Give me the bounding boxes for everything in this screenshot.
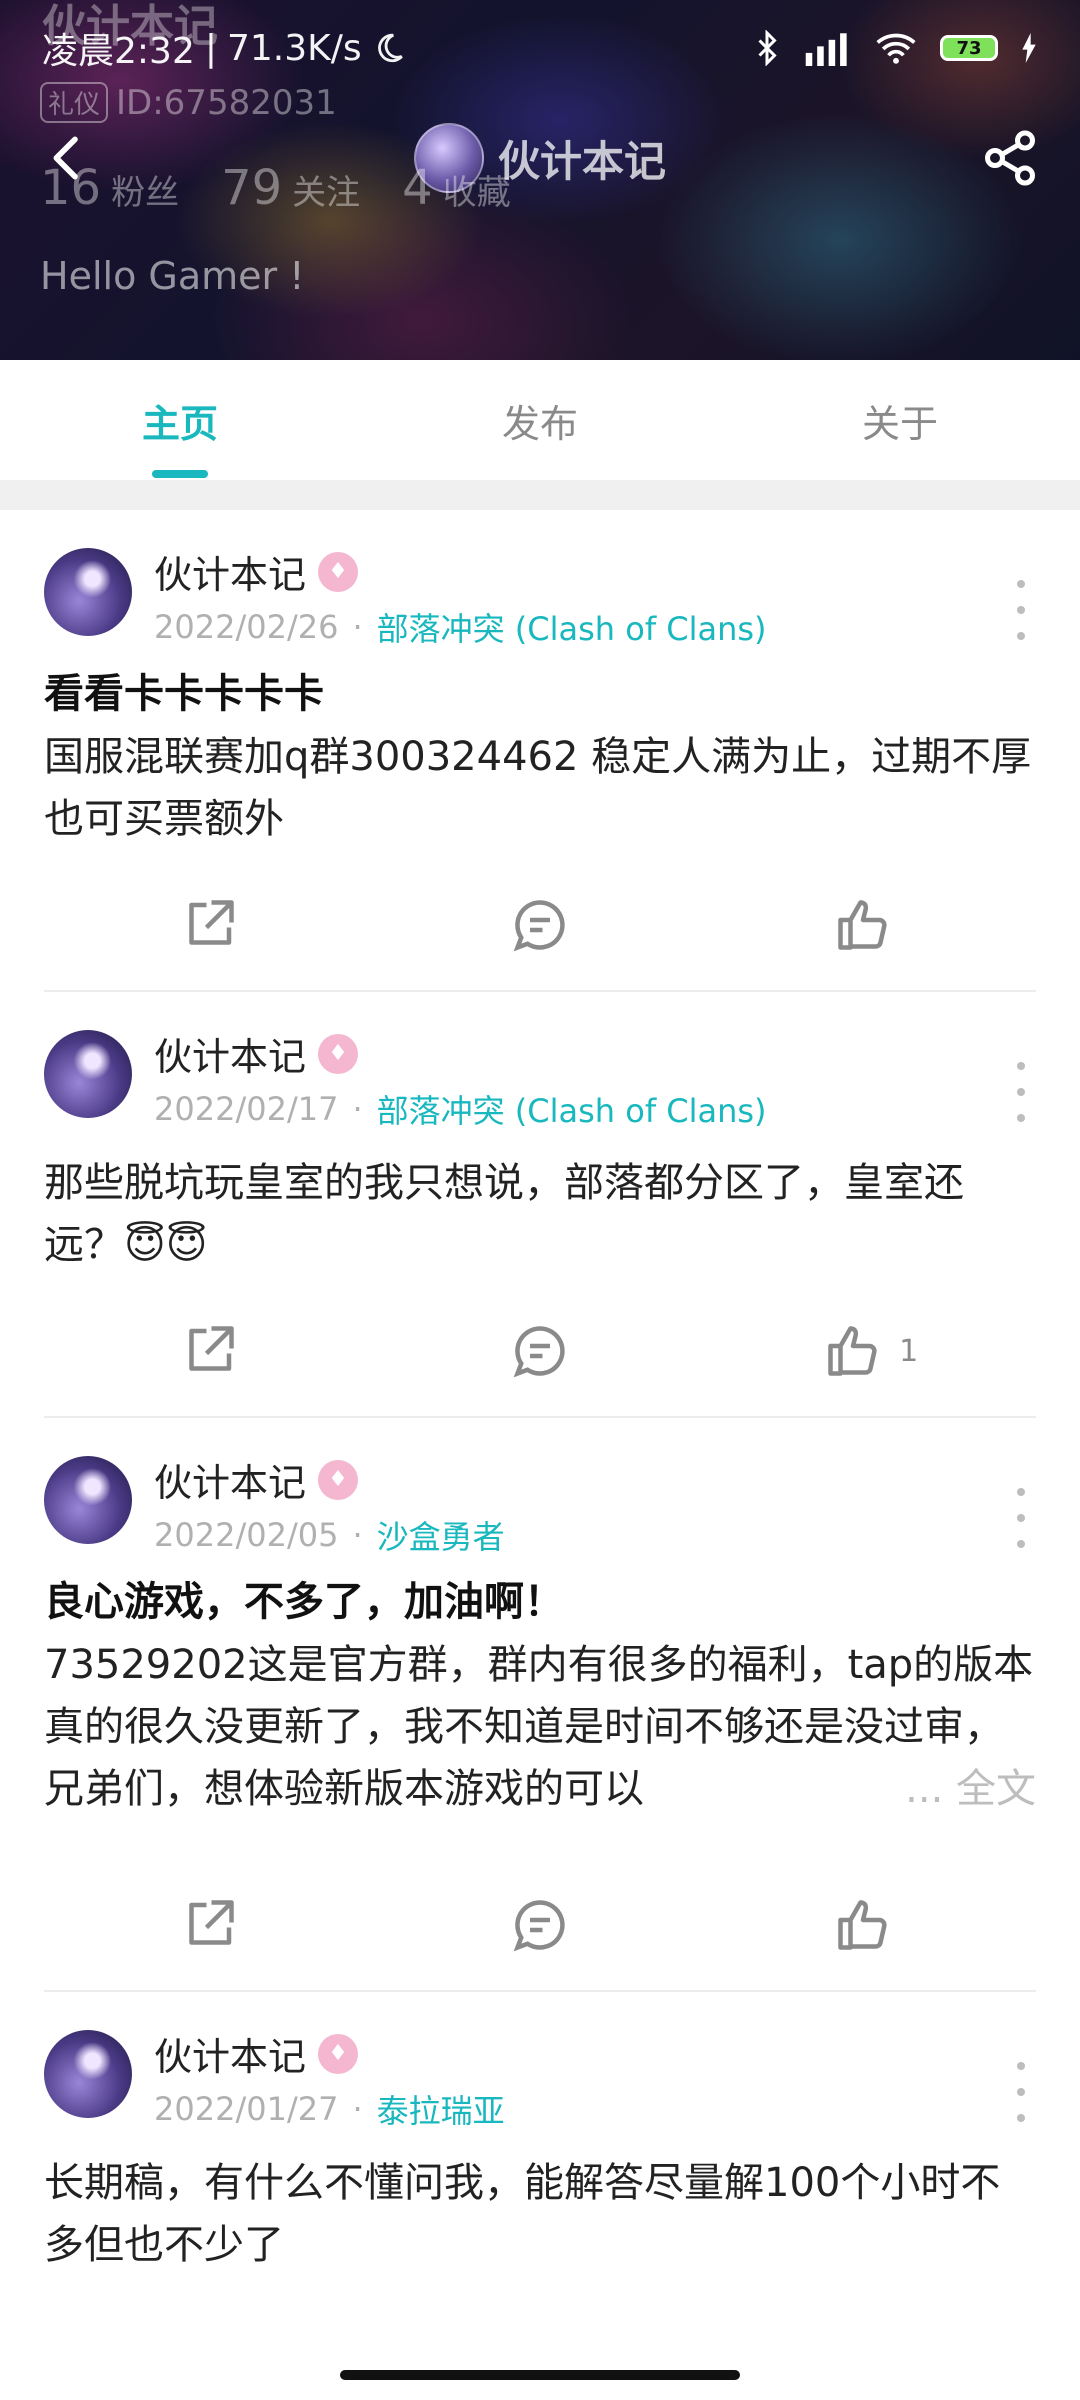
game-tag[interactable]: 部落冲突 (Clash of Clans) [377,1086,767,1132]
user-level-badge-icon: ♦ [318,1033,359,1074]
avatar[interactable] [44,1456,132,1544]
tab-posts[interactable]: 发布 [360,360,720,480]
post-feed: 伙计本记 ♦ 2022/02/26 · 部落冲突 (Clash of Clans… [0,510,1080,2276]
user-badge: 礼仪 [40,82,109,123]
thumbs-up-icon [837,1900,887,1950]
follow-count: 79 [221,160,283,216]
more-options-icon[interactable] [1006,1488,1036,1548]
share-out-icon [189,900,235,945]
post-body: 73529202这是官方群，群内有很多的福利，tap的版本真的很久没更新了，我不… [44,1642,1034,1812]
user-level-badge-icon: ♦ [318,551,359,592]
battery-indicator: 73 [940,35,998,61]
meta-dot: · [352,1090,363,1128]
post-body: 国服混联赛加q群300324462 稳定人满为止，过期不厚 也可买票额外 [44,734,1032,842]
post-body: 长期稿，有什么不懂问我，能解答尽量解100个小时不多但也不少了 [44,2160,1001,2268]
avatar[interactable] [44,2030,132,2118]
moon-icon [377,33,403,63]
user-level-badge-icon: ♦ [318,2033,359,2074]
fans-label: 粉丝 [111,173,180,213]
more-options-icon[interactable] [1006,580,1036,640]
share-out-icon [189,1326,235,1371]
avatar[interactable] [44,548,132,636]
thumbs-up-icon [828,1326,877,1376]
fav-count: 4 [402,160,433,216]
post-title: 良心游戏，不多了，加油啊！ [44,1579,564,1625]
user-id: ID:67582031 [116,82,337,123]
status-time: 凌晨2:32 [42,31,195,72]
post-actions [44,860,1036,990]
author-name[interactable]: 伙计本记 [154,544,306,599]
post-date: 2022/01/27 [154,2090,339,2128]
post-card[interactable]: 伙计本记 ♦ 2022/01/27 · 泰拉瑞亚 长期稿，有什么不懂问我，能解答… [0,1992,1080,2276]
like-button[interactable] [705,1895,1036,1955]
share-icon [985,130,1035,186]
share-button[interactable] [980,128,1040,188]
status-speed: 71.3K/s [226,27,362,69]
post-card[interactable]: 伙计本记 ♦ 2022/02/17 · 部落冲突 (Clash of Clans… [0,992,1080,1416]
more-options-icon[interactable] [1006,1062,1036,1122]
post-body-container: 73529202这是官方群，群内有很多的福利，tap的版本真的很久没更新了，我不… [44,1634,1036,1820]
meta-dot: · [352,2090,363,2128]
post-body: 那些脱坑玩皇室的我只想说，部落都分区了，皇室还远？😇😇 [44,1160,964,1268]
share-out-icon [189,1900,235,1945]
charging-icon [1022,33,1036,63]
post-date: 2022/02/17 [154,1090,339,1128]
post-card[interactable]: 伙计本记 ♦ 2022/02/05 · 沙盒勇者 良心游戏，不多了，加油啊！ 7… [0,1418,1080,1990]
profile-header: 伙计本记 凌晨2:32 | 71.3K/s 73 礼仪 ID:67582031 … [0,0,1080,360]
like-button[interactable]: 1 [705,1321,1036,1381]
wifi-icon [876,33,916,64]
home-indicator[interactable] [340,2370,740,2380]
game-tag[interactable]: 沙盒勇者 [377,1512,505,1558]
stat-favorites[interactable]: 4 收藏 [402,160,511,216]
author-name[interactable]: 伙计本记 [154,1026,306,1081]
like-button[interactable] [705,895,1036,955]
post-date: 2022/02/26 [154,608,339,646]
nav-title: 伙计本记 [497,136,666,186]
comment-button[interactable] [375,1321,706,1381]
read-more-link[interactable]: ... 全文 [895,1758,1036,1820]
author-name[interactable]: 伙计本记 [154,2026,306,2081]
thumbs-up-icon [837,900,887,950]
profile-tabs: 主页 发布 关于 [0,360,1080,480]
user-id-row: 礼仪 ID:67582031 [40,82,337,123]
comment-button[interactable] [375,895,706,955]
tab-about[interactable]: 关于 [720,360,1080,480]
profile-stats: 16 粉丝 79 关注 4 收藏 [40,160,511,216]
profile-bio: Hello Gamer ! [40,254,305,298]
post-actions [44,1860,1036,1990]
like-count: 1 [899,1333,919,1369]
status-separator: | [204,27,217,69]
comment-icon [513,900,565,952]
signal-icon [805,33,847,66]
share-post-button[interactable] [44,1895,375,1955]
game-tag[interactable]: 泰拉瑞亚 [377,2086,505,2132]
avatar[interactable] [44,1030,132,1118]
comment-icon [513,1900,565,1952]
bluetooth-icon [758,30,777,66]
comment-button[interactable] [375,1895,706,1955]
tab-home[interactable]: 主页 [0,360,360,480]
post-date: 2022/02/05 [154,1516,339,1554]
follow-label: 关注 [292,173,361,213]
stat-fans[interactable]: 16 粉丝 [40,160,179,216]
stat-follow[interactable]: 79 关注 [221,160,360,216]
user-level-badge-icon: ♦ [318,1459,359,1500]
post-title: 看看卡卡卡卡卡 [44,671,324,717]
post-actions: 1 [44,1286,1036,1416]
comment-icon [513,1326,565,1378]
more-options-icon[interactable] [1006,2062,1036,2122]
share-post-button[interactable] [44,1321,375,1381]
fans-count: 16 [40,160,102,216]
author-name[interactable]: 伙计本记 [154,1452,306,1507]
fav-label: 收藏 [442,173,511,213]
post-card[interactable]: 伙计本记 ♦ 2022/02/26 · 部落冲突 (Clash of Clans… [0,510,1080,990]
game-tag[interactable]: 部落冲突 (Clash of Clans) [377,604,767,650]
section-gap [0,480,1080,510]
meta-dot: · [352,608,363,646]
share-post-button[interactable] [44,895,375,955]
meta-dot: · [352,1516,363,1554]
